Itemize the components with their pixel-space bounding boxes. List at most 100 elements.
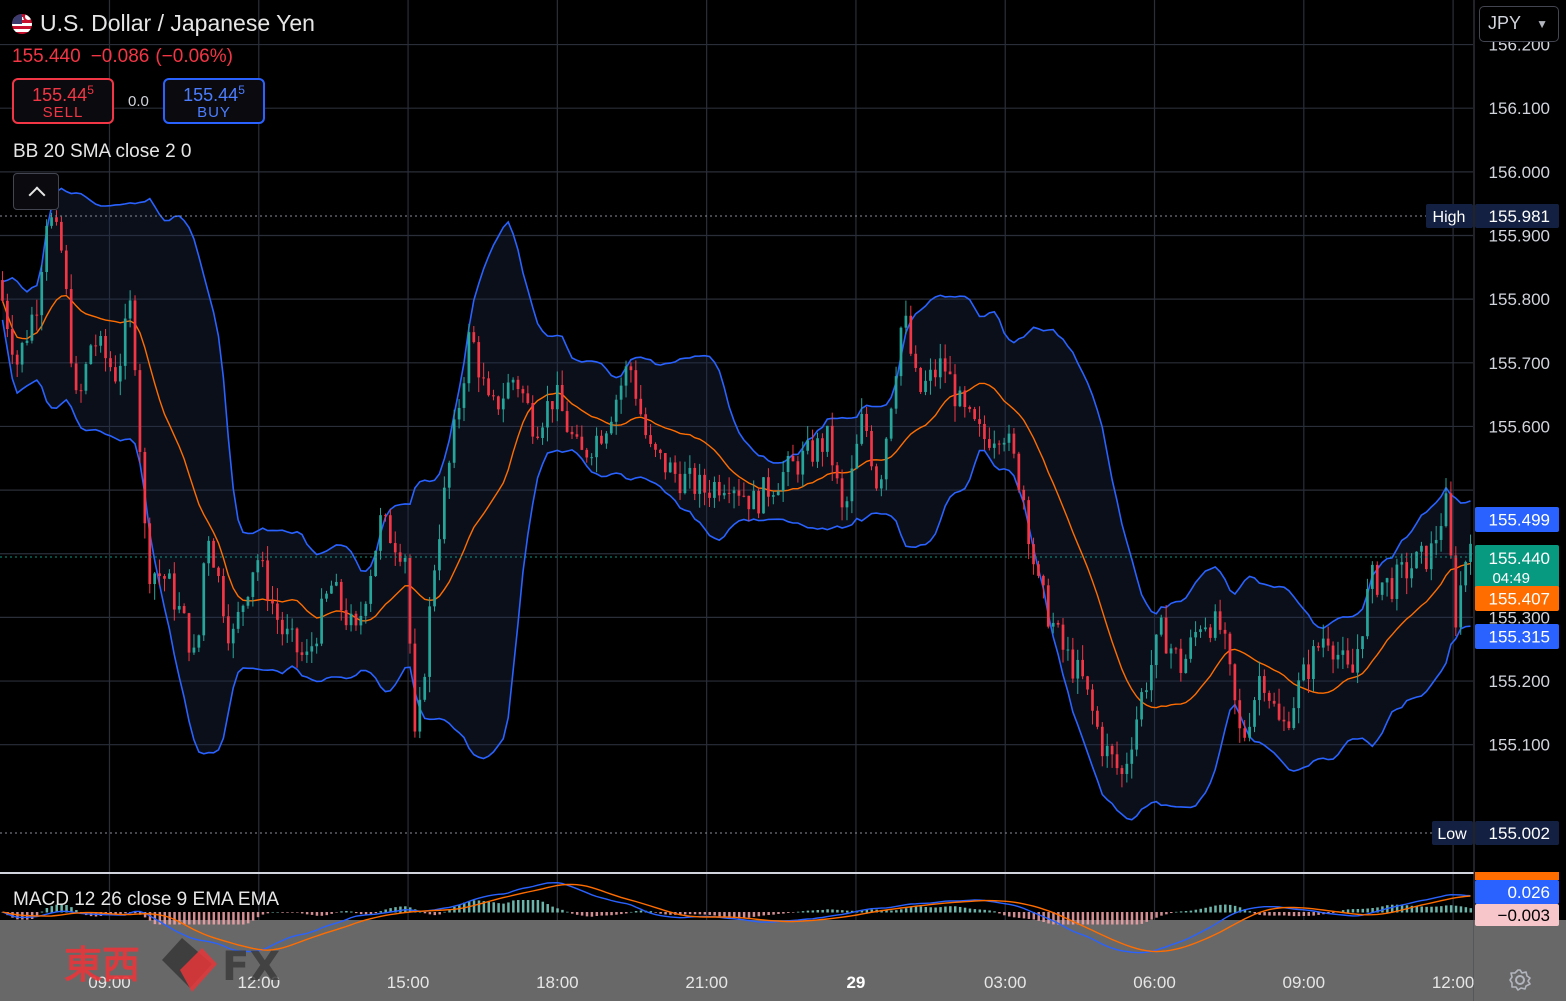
candle-body (845, 501, 849, 508)
candle-body (688, 467, 692, 474)
candle (1454, 546, 1458, 637)
macd-histogram-bar (811, 910, 815, 913)
candle-body (1351, 664, 1355, 673)
symbol-header[interactable]: U.S. Dollar / Japanese Yen (12, 10, 315, 37)
candle-body (197, 635, 201, 648)
candle-body (1370, 564, 1374, 589)
candle (919, 366, 922, 395)
candle-body (1076, 659, 1080, 679)
candle-body (74, 363, 78, 391)
candle-body (1218, 611, 1222, 630)
macd-histogram-bar (629, 911, 633, 913)
macd-histogram-bar (291, 912, 294, 913)
candle-body (668, 462, 672, 473)
candle-body (1429, 543, 1433, 570)
candle-body (438, 539, 441, 571)
time-axis-label: 12:00 (1432, 973, 1475, 992)
high-price-tag: 155.981 (1489, 207, 1550, 226)
macd-histogram-bar (625, 912, 628, 914)
macd-histogram-bar (1449, 905, 1453, 913)
candle-body (276, 603, 279, 620)
macd-histogram-bar (1425, 906, 1428, 913)
candle-body (825, 425, 829, 452)
macd-histogram-bar (1351, 909, 1355, 913)
low-label: Low (1437, 826, 1467, 843)
macd-histogram-bar (188, 912, 191, 925)
macd-histogram-bar (953, 906, 957, 913)
macd-histogram-bar (664, 912, 667, 915)
time-axis-label: 18:00 (536, 973, 579, 992)
candle-body (948, 371, 952, 375)
sell-button[interactable]: 155.445 SELL (12, 78, 114, 124)
candle-body (1410, 568, 1413, 579)
candle-body (1375, 564, 1379, 595)
candle-body (133, 300, 137, 371)
macd-histogram-bar (1268, 912, 1271, 916)
macd-histogram-bar (924, 906, 928, 913)
candle-body (1046, 585, 1050, 627)
candle-body (821, 438, 824, 452)
macd-histogram-bar (315, 912, 319, 916)
time-axis-label: 29 (846, 973, 865, 992)
candle-body (708, 492, 711, 498)
last-price-tag: 155.440 (1489, 549, 1550, 568)
candle (870, 425, 873, 471)
candle-body (875, 466, 878, 489)
candle-body (50, 217, 53, 226)
macd-histogram-bar (659, 912, 662, 914)
currency-select[interactable]: JPY ▼ (1479, 6, 1559, 42)
macd-histogram-bar (1081, 912, 1085, 925)
macd-histogram-bar (993, 911, 996, 913)
collapse-legend-button[interactable] (13, 173, 59, 210)
candle-body (929, 369, 932, 381)
macd-histogram-bar (605, 912, 608, 916)
quote-row: 155.440 −0.086 (−0.06%) (12, 46, 233, 68)
macd-histogram-bar (1012, 912, 1016, 918)
price-chart[interactable]: 09:00 12:00 15:00 18:00 21:00 29 03:00 06:00 09:… (0, 0, 1566, 1001)
candle-body (285, 628, 289, 635)
candle-body (158, 573, 161, 577)
macd-histogram-bar (762, 912, 766, 916)
macd-histogram-bar (1160, 912, 1163, 916)
candle-body (1081, 659, 1085, 677)
candle-body (55, 217, 58, 222)
gear-icon[interactable] (1508, 968, 1532, 992)
candle-body (1194, 631, 1197, 638)
macd-legend[interactable]: MACD 12 26 close 9 EMA EMA (13, 889, 279, 911)
candle-body (1390, 578, 1394, 599)
candle-body (79, 390, 83, 392)
svg-text:東西: 東西 (64, 943, 140, 987)
macd-histogram-bar (428, 912, 432, 915)
candle-body (35, 314, 39, 316)
candle-body (673, 462, 677, 474)
candle-body (15, 354, 19, 365)
macd-histogram-bar (693, 912, 697, 915)
candle-body (109, 358, 112, 368)
candle-body (114, 367, 117, 382)
candle-body (609, 421, 613, 434)
macd-histogram-bar (374, 912, 378, 914)
macd-histogram-bar (1400, 905, 1404, 913)
candle-body (1297, 680, 1301, 709)
candle-body (1405, 562, 1409, 579)
macd-histogram-bar (300, 912, 304, 914)
candle-body (997, 443, 1001, 445)
macd-histogram-bar (1278, 912, 1281, 916)
candle-body (443, 487, 446, 540)
macd-histogram-bar (944, 906, 947, 913)
bollinger-legend[interactable]: BB 20 SMA close 2 0 (13, 141, 192, 163)
macd-histogram-bar (40, 911, 44, 913)
macd-histogram-bar (472, 900, 476, 913)
macd-histogram-bar (345, 910, 348, 913)
price-change: −0.086 (90, 46, 150, 67)
candle-body (20, 342, 24, 365)
candle-body (1380, 582, 1384, 595)
candle-body (698, 474, 702, 494)
macd-histogram-bar (1022, 912, 1026, 919)
candle-body (924, 380, 927, 393)
macd-histogram-bar (909, 907, 913, 913)
buy-button[interactable]: 155.445 BUY (163, 78, 265, 124)
candle-body (1164, 617, 1168, 654)
candle-body (747, 495, 751, 510)
candle-body (600, 435, 603, 444)
